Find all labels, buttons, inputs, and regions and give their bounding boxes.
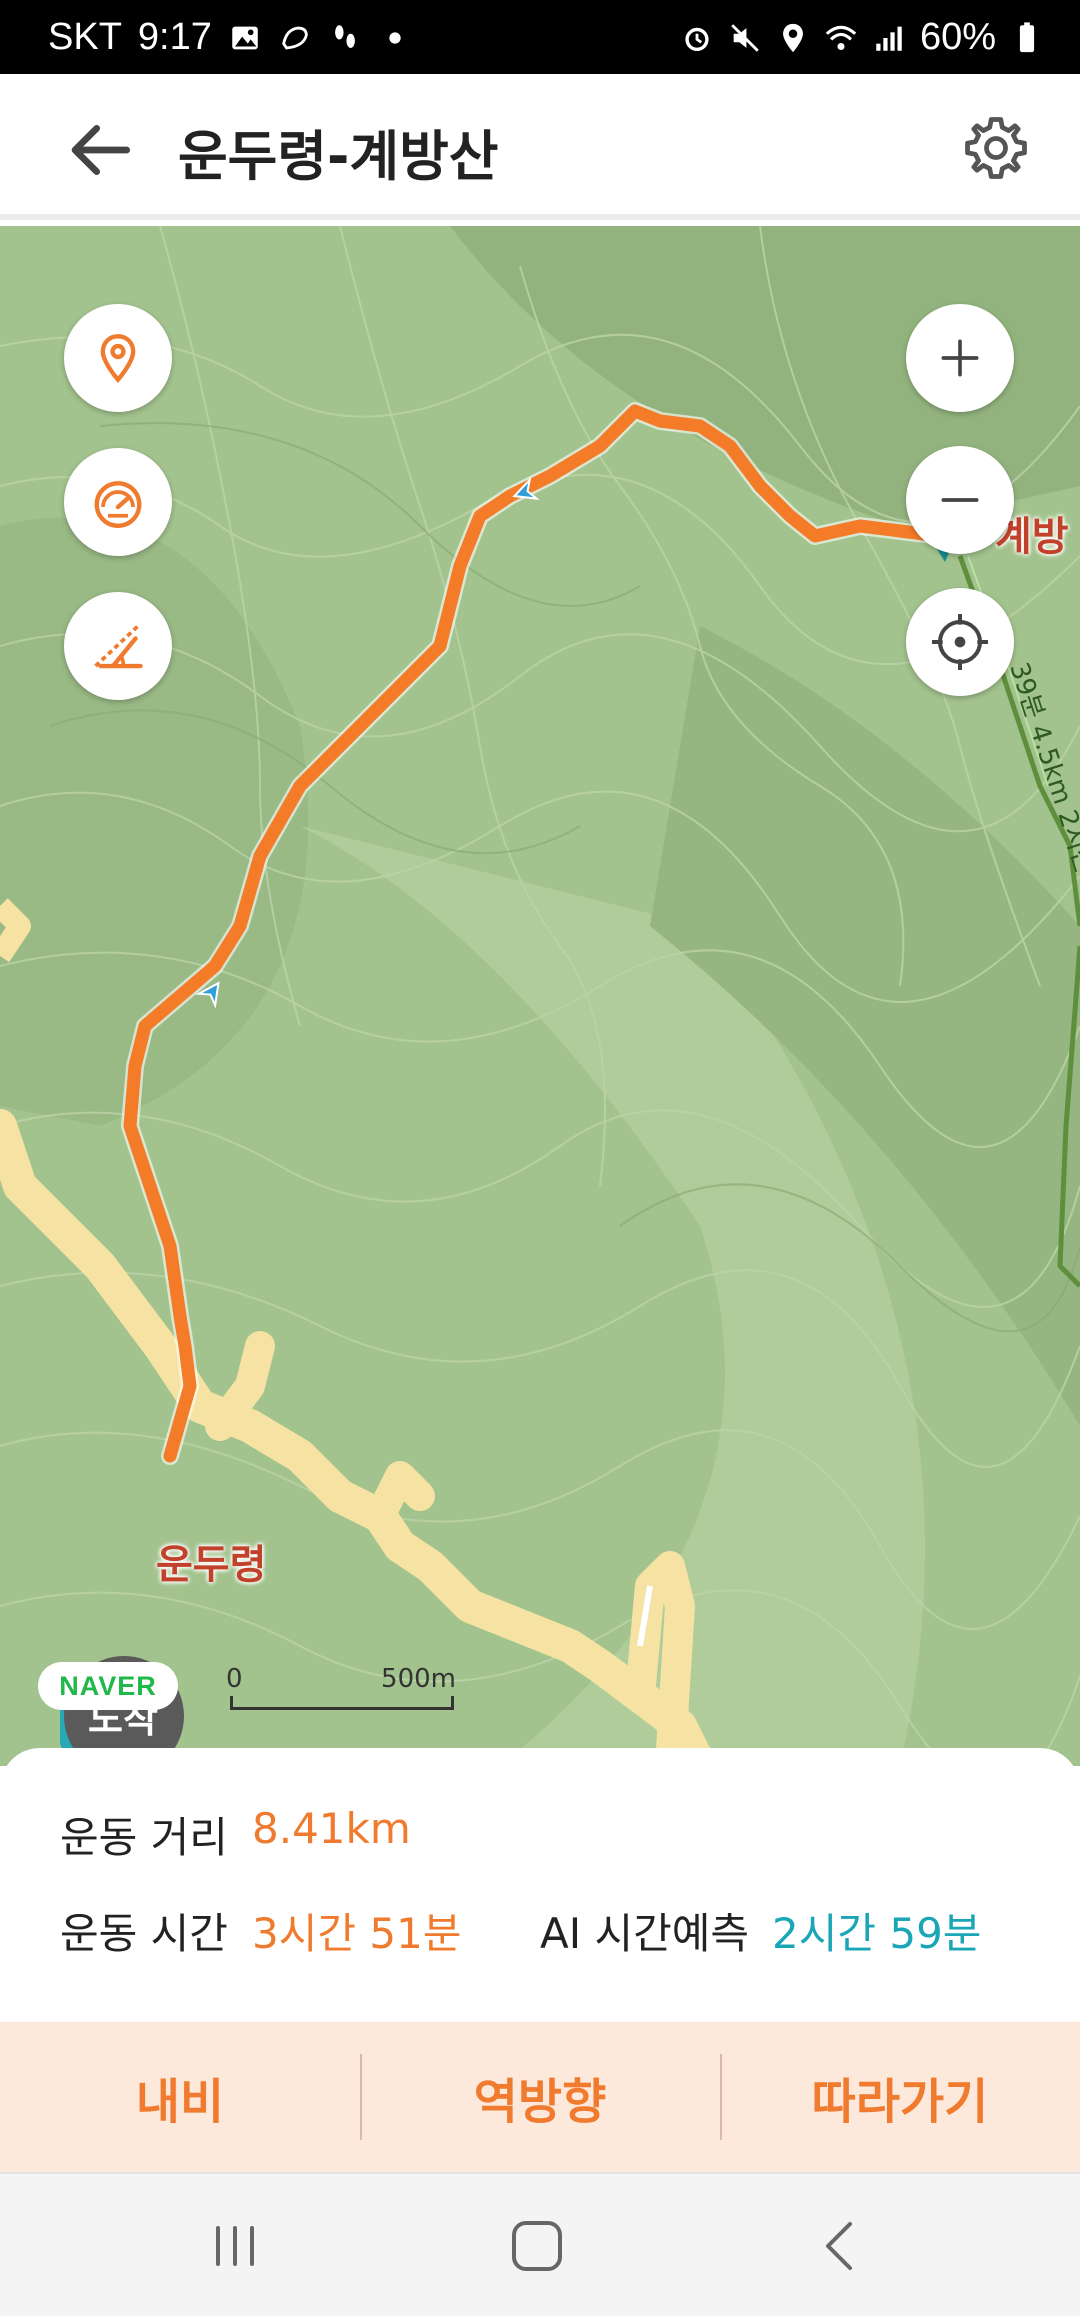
recent-apps-icon[interactable]	[200, 2214, 270, 2278]
alarm-icon	[685, 27, 709, 51]
speedometer-icon	[94, 481, 142, 528]
time-value: 3시간 51분	[252, 1909, 462, 1958]
my-location-button[interactable]	[906, 588, 1014, 696]
distance-label: 운동 거리	[60, 1813, 228, 1862]
zoom-out-icon	[941, 498, 979, 502]
slope-button[interactable]	[64, 592, 172, 700]
system-nav-bar	[0, 2172, 1080, 2316]
wifi-icon	[825, 25, 857, 50]
scale-bar	[230, 1696, 454, 1710]
location-icon	[783, 23, 803, 52]
app-bar: 운두령-계방산	[0, 74, 1080, 220]
battery-icon	[1019, 21, 1035, 52]
zoom-out-button[interactable]	[906, 446, 1014, 554]
carrier-label: SKT	[48, 16, 122, 58]
gear-icon[interactable]	[958, 110, 1034, 186]
footprint-icon	[334, 24, 355, 48]
mute-icon	[731, 23, 759, 52]
follow-button[interactable]: 따라가기	[720, 2022, 1080, 2172]
shoe-icon	[282, 26, 308, 49]
map-view[interactable]: 39분 4.5km 2시간 계방 도착 운두령 NAVER 0 500m	[0, 226, 1080, 1766]
navigation-button[interactable]: 내비	[0, 2022, 360, 2172]
start-place-label: 운두령	[156, 1542, 267, 1588]
battery-percent: 60%	[919, 16, 996, 58]
map-scale: 0 500m	[226, 1664, 456, 1712]
location-pin-icon	[100, 334, 136, 383]
naver-logo: NAVER	[38, 1662, 178, 1710]
scale-start: 0	[226, 1664, 243, 1694]
time-label: 운동 시간	[60, 1909, 228, 1958]
image-icon	[232, 26, 258, 49]
ai-time-value: 2시간 59분	[772, 1909, 982, 1958]
signal-icon	[876, 26, 902, 51]
crosshair-icon	[932, 614, 988, 670]
location-pin-button[interactable]	[64, 304, 172, 412]
reverse-button[interactable]: 역방향	[360, 2022, 720, 2172]
zoom-in-icon	[941, 339, 979, 377]
slope-icon	[94, 624, 143, 669]
time-label: 9:17	[137, 16, 212, 58]
back-icon[interactable]	[806, 2214, 876, 2278]
ai-time-label: AI 시간예측	[540, 1909, 750, 1958]
distance-value: 8.41km	[252, 1804, 411, 1853]
status-bar: SKT 9:17 60%	[0, 0, 1080, 74]
arrow-left-icon[interactable]	[60, 110, 140, 190]
zoom-in-button[interactable]	[906, 304, 1014, 412]
stats-sheet: 운동 거리 8.41km 운동 시간 3시간 51분 AI 시간예측 2시간 5…	[0, 1748, 1080, 2022]
speed-button[interactable]	[64, 448, 172, 556]
page-title: 운두령-계방산	[178, 125, 499, 188]
scale-end: 500m	[381, 1664, 456, 1694]
home-icon[interactable]	[502, 2214, 572, 2278]
dot-icon	[389, 31, 401, 44]
action-bar: 내비 역방향 따라가기	[0, 2022, 1080, 2172]
